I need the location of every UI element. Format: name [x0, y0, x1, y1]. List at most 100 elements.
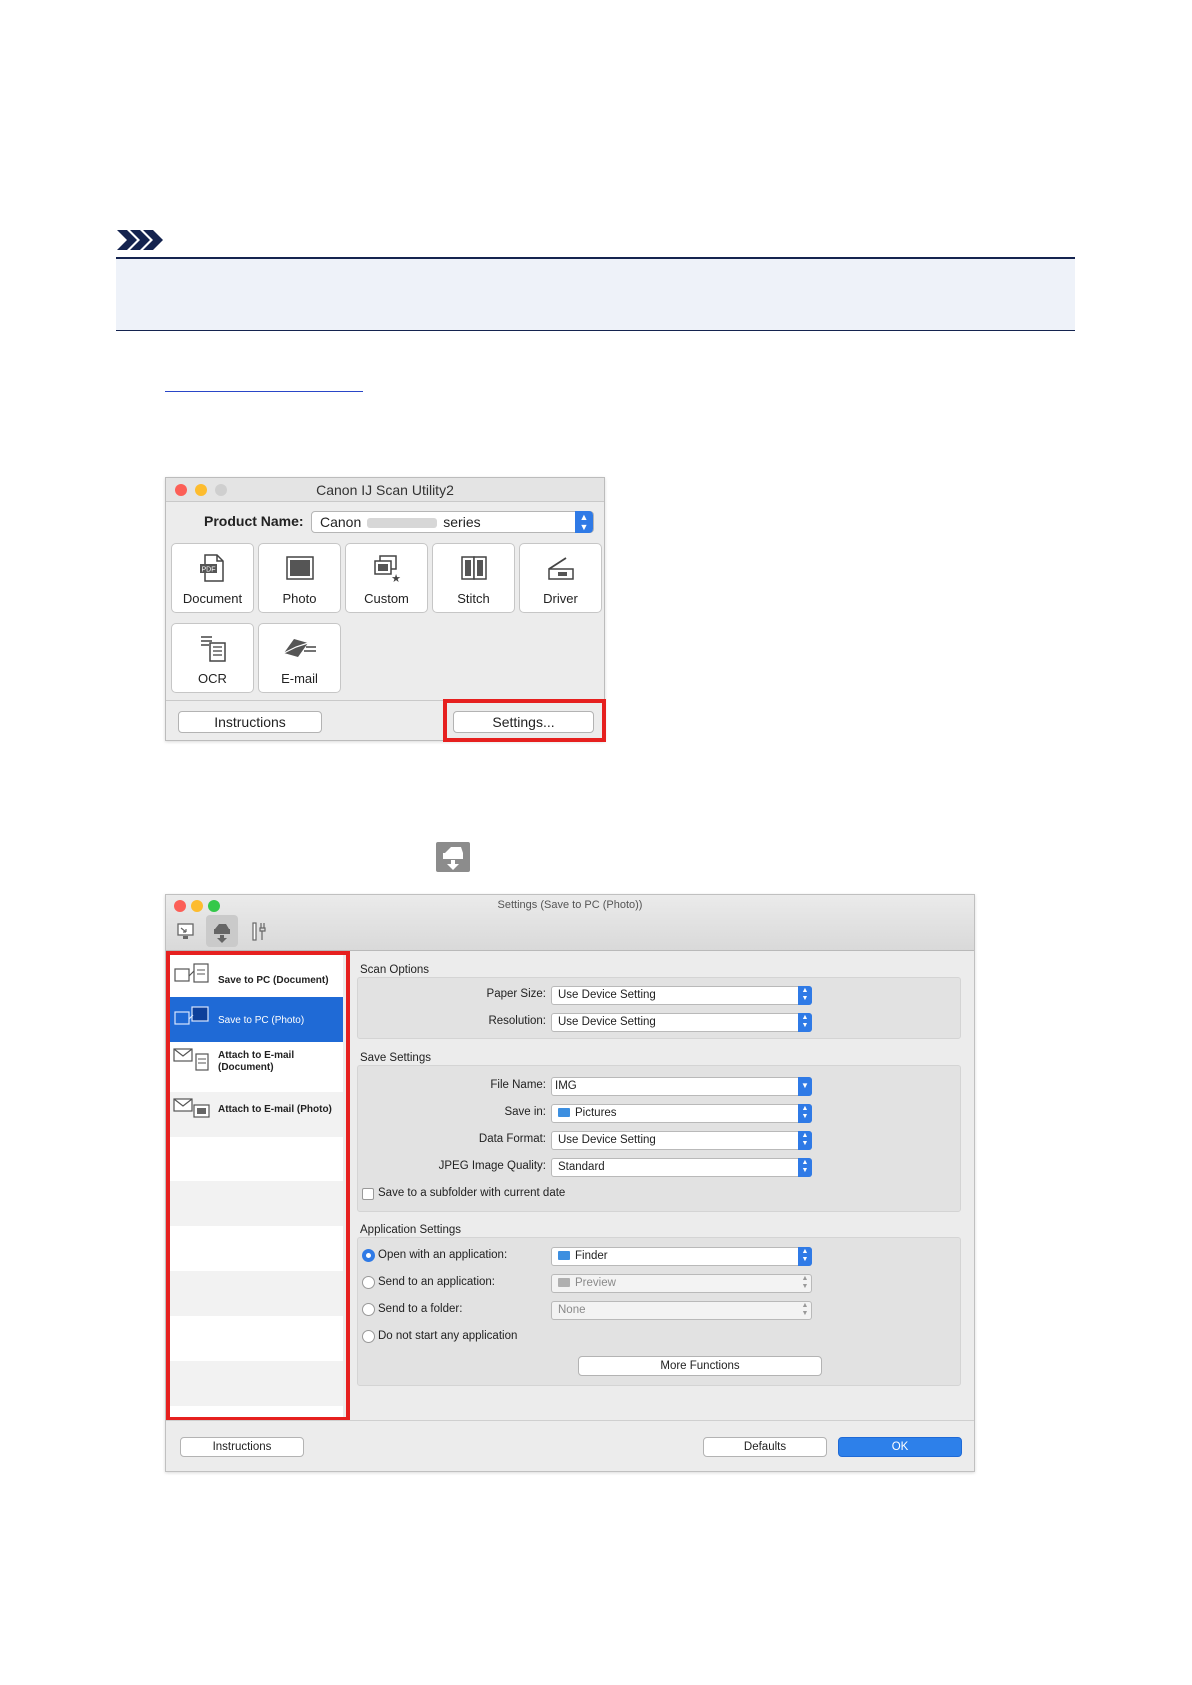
scan-from-computer-tab[interactable]	[170, 915, 202, 947]
product-name-label: Product Name:	[204, 513, 304, 529]
resolution-label: Resolution:	[488, 1015, 546, 1027]
scan-utility-window: Canon IJ Scan Utility2 Product Name: Can…	[165, 477, 606, 742]
product-name-prefix: Canon	[320, 514, 362, 530]
email-tile-label: E-mail	[281, 671, 318, 686]
scan-from-operation-panel-tab[interactable]	[206, 915, 238, 947]
save-in-select[interactable]: Pictures ▲ ▼	[551, 1104, 812, 1123]
photo-tile[interactable]: Photo	[258, 543, 341, 613]
settings-footer-divider	[166, 1420, 974, 1421]
no-application-radio[interactable]	[362, 1330, 375, 1343]
finder-icon	[558, 1251, 570, 1260]
product-model-redacted	[367, 518, 438, 529]
stitch-tile[interactable]: Stitch	[432, 543, 515, 613]
send-to-app-value: Preview	[575, 1277, 616, 1289]
resolution-value: Use Device Setting	[558, 1016, 656, 1028]
file-name-label: File Name:	[490, 1079, 546, 1091]
custom-tile-label: Custom	[364, 591, 409, 606]
ocr-text-icon	[200, 636, 226, 662]
no-application-label: Do not start any application	[378, 1330, 518, 1342]
chevron-updown-icon: ▲ ▼	[798, 1158, 812, 1177]
list-highlight	[166, 951, 350, 1421]
chevron-updown-icon: ▲ ▼	[798, 1013, 812, 1032]
chevron-updown-icon: ▲ ▼	[798, 1131, 812, 1150]
save-in-value: Pictures	[575, 1107, 617, 1119]
paper-size-value: Use Device Setting	[558, 989, 656, 1001]
ocr-tile-label: OCR	[198, 671, 227, 686]
subfolder-checkbox[interactable]	[362, 1188, 374, 1200]
scan-options-title: Scan Options	[360, 964, 430, 976]
data-format-label: Data Format:	[478, 1133, 546, 1145]
open-with-app-label: Open with an application:	[378, 1249, 508, 1261]
resolution-select[interactable]: Use Device Setting ▲ ▼	[551, 1013, 812, 1032]
jpeg-quality-value: Standard	[558, 1161, 605, 1173]
file-name-combobox[interactable]: IMG ▼	[551, 1077, 812, 1096]
photo-tile-label: Photo	[282, 591, 317, 606]
application-settings-title: Application Settings	[360, 1224, 462, 1236]
svg-text:★: ★	[391, 573, 401, 583]
subfolder-label: Save to a subfolder with current date	[378, 1187, 566, 1199]
chevron-down-icon: ▼	[798, 1077, 812, 1096]
chevron-updown-icon: ▲ ▼	[798, 1247, 812, 1266]
custom-scan-icon: ★	[373, 555, 401, 583]
instructions-button[interactable]: Instructions	[178, 711, 322, 733]
custom-tile[interactable]: ★ Custom	[345, 543, 428, 613]
send-to-folder-label: Send to a folder:	[378, 1303, 463, 1315]
chevron-updown-icon: ▲ ▼	[801, 1302, 809, 1317]
ok-button[interactable]: OK	[838, 1437, 962, 1457]
scanner-driver-icon	[547, 557, 574, 580]
open-with-app-radio[interactable]	[362, 1249, 375, 1262]
save-settings-title: Save Settings	[360, 1052, 431, 1064]
send-to-app-select[interactable]: Preview ▲ ▼	[551, 1274, 812, 1293]
defaults-button[interactable]: Defaults	[703, 1437, 827, 1457]
open-with-app-select[interactable]: Finder ▲ ▼	[551, 1247, 812, 1266]
chevron-updown-icon: ▲ ▼	[798, 986, 812, 1005]
preview-icon	[558, 1278, 570, 1287]
jpeg-quality-label: JPEG Image Quality:	[438, 1160, 546, 1172]
svg-text:PDF: PDF	[201, 567, 215, 574]
save-in-label: Save in:	[504, 1106, 546, 1118]
scan-utility-titlebar: Canon IJ Scan Utility2	[166, 478, 604, 502]
jpeg-quality-select[interactable]: Standard ▲ ▼	[551, 1158, 812, 1177]
product-name-row: Product Name: Canon series ▲ ▼	[166, 510, 604, 534]
zoom-window-icon[interactable]	[215, 484, 227, 496]
minimize-window-icon[interactable]	[195, 484, 207, 496]
product-name-select[interactable]: Canon series ▲ ▼	[311, 511, 594, 533]
settings-window-title: Settings (Save to PC (Photo))	[497, 899, 643, 911]
settings-toolbar: Settings (Save to PC (Photo))	[166, 895, 974, 951]
computer-scan-icon	[177, 923, 194, 939]
note-chevrons-icon	[117, 230, 163, 250]
settings-instructions-button[interactable]: Instructions	[180, 1437, 304, 1457]
paper-size-label: Paper Size:	[486, 988, 546, 1000]
more-functions-button[interactable]: More Functions	[578, 1356, 822, 1376]
stitch-icon	[460, 556, 487, 580]
save-to-pc-toolbar-icon	[436, 842, 470, 872]
close-window-icon[interactable]	[175, 484, 187, 496]
paper-size-select[interactable]: Use Device Setting ▲ ▼	[551, 986, 812, 1005]
link-underline[interactable]	[165, 391, 363, 392]
pdf-document-icon: PDF	[199, 554, 224, 582]
photo-icon	[285, 556, 314, 580]
save-to-pc-icon	[214, 924, 230, 943]
scan-utility-title: Canon IJ Scan Utility2	[316, 482, 454, 498]
send-to-app-label: Send to an application:	[378, 1276, 496, 1288]
folder-icon	[558, 1108, 570, 1117]
ocr-tile[interactable]: OCR	[171, 623, 254, 693]
send-to-folder-select[interactable]: None ▲ ▼	[551, 1301, 812, 1320]
document-tile-label: Document	[182, 591, 243, 606]
driver-tile-label: Driver	[543, 591, 578, 606]
send-to-app-radio[interactable]	[362, 1276, 375, 1289]
general-settings-tab[interactable]	[242, 915, 274, 947]
file-name-value: IMG	[555, 1080, 577, 1092]
product-name-suffix: series	[443, 514, 481, 530]
data-format-value: Use Device Setting	[558, 1134, 656, 1146]
settings-window: Settings (Save to PC (Photo)) Save to PC…	[165, 894, 975, 1472]
document-tile[interactable]: PDF Document	[171, 543, 254, 613]
data-format-select[interactable]: Use Device Setting ▲ ▼	[551, 1131, 812, 1150]
chevron-updown-icon: ▲ ▼	[575, 511, 593, 533]
chevron-updown-icon: ▲ ▼	[798, 1104, 812, 1123]
send-to-folder-radio[interactable]	[362, 1303, 375, 1316]
settings-highlight	[443, 699, 606, 742]
chevron-updown-icon: ▲ ▼	[801, 1275, 809, 1290]
email-tile[interactable]: E-mail	[258, 623, 341, 693]
driver-tile[interactable]: Driver	[519, 543, 602, 613]
